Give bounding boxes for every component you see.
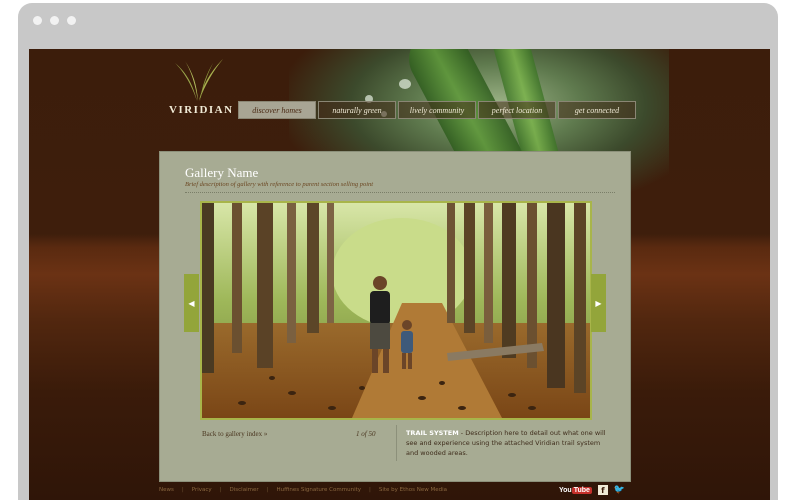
water-droplet [399, 79, 411, 89]
image-caption: TRAIL SYSTEM - Description here to detai… [406, 428, 606, 458]
footer-links: News | Privacy | Disclaimer | Huffines Sign… [159, 487, 447, 493]
facebook-icon[interactable]: f [597, 485, 608, 495]
nav-perfect-location[interactable]: perfect location [478, 101, 556, 119]
previous-button[interactable]: ◀ [184, 274, 199, 332]
website-viewport: VIRIDIAN discover homes naturally green … [29, 49, 770, 500]
brand-wordmark[interactable]: VIRIDIAN [169, 104, 232, 116]
footer-separator: | [219, 487, 222, 493]
caption-title: TRAIL SYSTEM [406, 429, 459, 437]
footer-link-huffines[interactable]: Huffines Signature Community [276, 487, 361, 493]
nav-lively-community[interactable]: lively community [398, 101, 476, 119]
twitter-icon[interactable]: 🐦 [614, 485, 625, 495]
nav-naturally-green[interactable]: naturally green [318, 101, 396, 119]
divider [396, 425, 397, 461]
window-dot [33, 16, 42, 25]
viridian-logo-icon[interactable] [169, 57, 229, 103]
footer-link-privacy[interactable]: Privacy [192, 487, 212, 493]
nav-discover-homes[interactable]: discover homes [238, 101, 316, 119]
footer-separator: | [369, 487, 371, 493]
gallery-title: Gallery Name [185, 165, 259, 180]
youtube-you: You [559, 486, 572, 494]
main-nav: discover homes naturally green lively co… [238, 101, 636, 119]
footer-link-news[interactable]: News [159, 487, 174, 493]
youtube-icon[interactable]: You Tube [559, 486, 592, 494]
next-button[interactable]: ▶ [591, 274, 606, 332]
chevron-right-icon: ▶ [595, 298, 602, 308]
footer-link-credit[interactable]: Site by Ethos New Media [379, 487, 447, 493]
footer-separator: | [181, 487, 184, 493]
divider [185, 192, 615, 193]
window-dot [67, 16, 76, 25]
window-dot [50, 16, 59, 25]
gallery-photo [200, 201, 592, 420]
gallery-subtitle: Brief description of gallery with refere… [185, 181, 374, 188]
youtube-tube: Tube [571, 486, 592, 494]
nav-get-connected[interactable]: get connected [558, 101, 636, 119]
footer-separator: | [266, 487, 269, 493]
social-links: You Tube f 🐦 [559, 485, 625, 495]
image-counter: 1 of 50 [356, 430, 376, 438]
chevron-left-icon: ◀ [188, 298, 195, 308]
footer-link-disclaimer[interactable]: Disclaimer [230, 487, 259, 493]
gallery-panel: Gallery Name Brief description of galler… [159, 151, 631, 482]
back-to-gallery-link[interactable]: Back to gallery index » [202, 430, 267, 438]
